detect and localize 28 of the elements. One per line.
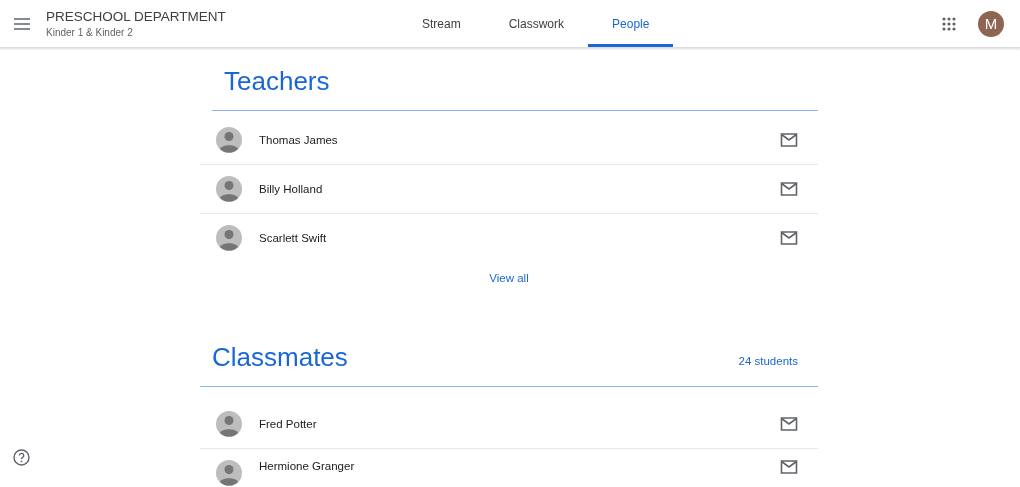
email-icon[interactable]: [780, 182, 798, 196]
tab[interactable]: Stream: [398, 0, 485, 47]
person-name: Hermione Granger: [259, 460, 356, 472]
account-avatar[interactable]: M: [978, 10, 1004, 37]
view-all-link[interactable]: View all: [489, 272, 529, 286]
apps-icon[interactable]: [942, 16, 956, 31]
class-subtitle: Kinder 1 & Kinder 2: [46, 27, 134, 38]
menu-icon[interactable]: [14, 17, 30, 30]
email-icon[interactable]: [780, 460, 798, 474]
avatar-icon: [216, 127, 242, 153]
section-title: Classmates: [212, 342, 348, 373]
student-count: 24 students: [738, 355, 798, 367]
person-name: Scarlett Swift: [259, 232, 328, 244]
tab[interactable]: People: [588, 0, 674, 47]
person-name: Fred Potter: [259, 418, 318, 430]
avatar-icon: [216, 411, 242, 437]
help-icon[interactable]: [13, 449, 30, 466]
email-icon[interactable]: [780, 417, 798, 431]
avatar-icon: [216, 176, 242, 202]
class-title[interactable]: PRESCHOOL DEPARTMENT: [46, 9, 226, 24]
tab[interactable]: Classwork: [484, 0, 589, 47]
person-name: Thomas James: [259, 134, 339, 146]
avatar-icon: [216, 225, 242, 251]
email-icon[interactable]: [780, 231, 798, 245]
section-title: Teachers: [224, 66, 330, 97]
person-name: Billy Holland: [259, 183, 324, 195]
avatar-icon: [216, 460, 242, 486]
email-icon[interactable]: [780, 133, 798, 147]
